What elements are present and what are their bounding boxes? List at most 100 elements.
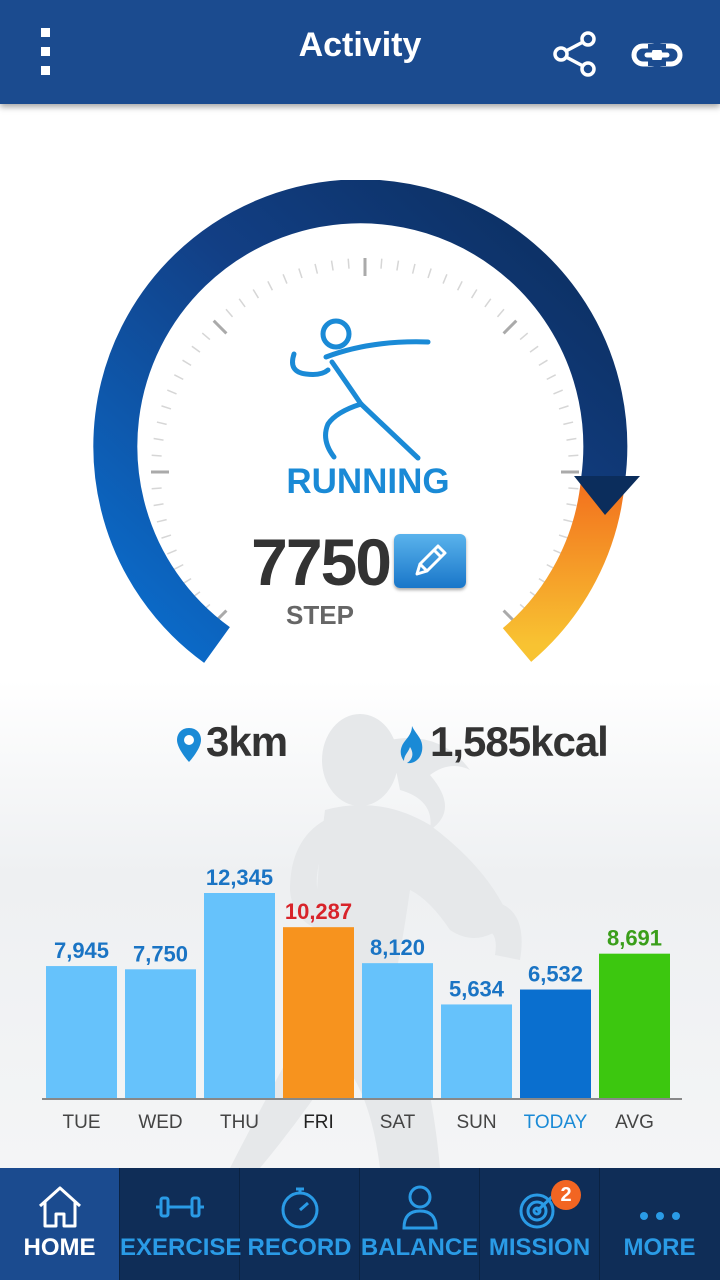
gauge-tick (427, 268, 432, 279)
bar-sat[interactable] (362, 963, 433, 1098)
bar-value-label: 12,345 (206, 865, 273, 890)
running-icon (290, 318, 431, 461)
share-icon[interactable] (552, 30, 600, 78)
nav-more[interactable]: MORE (600, 1168, 719, 1280)
gauge-tick (191, 345, 201, 353)
bar-value-label: 8,691 (607, 926, 662, 951)
bottom-navigation: HOME EXERCISE RECORD BALANCE 2 MISSION M… (0, 1168, 720, 1280)
gauge-tick (151, 487, 162, 490)
dumbbell-icon (156, 1196, 204, 1218)
gauge-tick (238, 298, 246, 308)
nav-home-label: HOME (23, 1234, 96, 1261)
bar-wed[interactable] (125, 969, 196, 1098)
gauge-tick (225, 308, 234, 318)
bar-value-label: 8,120 (370, 935, 425, 960)
gauge-tick (568, 454, 579, 457)
activity-type-label: RUNNING (286, 462, 450, 501)
step-count: 7750 (251, 525, 392, 599)
distance-stat: 3km (176, 718, 288, 766)
nav-more-label: MORE (623, 1234, 696, 1261)
gauge-tick (347, 258, 350, 269)
nav-mission-label: MISSION (488, 1234, 591, 1261)
nav-mission[interactable]: 2 MISSION (480, 1168, 600, 1280)
nav-record-label: RECORD (247, 1234, 352, 1261)
location-pin-icon (177, 727, 201, 762)
gauge-tick (558, 405, 569, 410)
nav-home[interactable]: HOME (0, 1168, 120, 1280)
gauge-tick (167, 549, 177, 555)
nav-exercise-label: EXERCISE (120, 1234, 242, 1261)
gauge-tick (156, 518, 167, 523)
edit-steps-button[interactable] (394, 534, 466, 588)
bar-sun[interactable] (441, 1004, 512, 1098)
bar-tue[interactable] (46, 966, 117, 1098)
weekly-steps-chart: 7,945 TUE 7,750 WED 12,345 THU 10,287 FRI 8,120 S… (42, 865, 682, 1133)
gauge-tick (182, 359, 192, 367)
top-app-bar: Activity (0, 0, 720, 104)
bar-value-label: 5,634 (449, 976, 505, 1001)
gauge-tick (566, 503, 577, 507)
step-unit-label: STEP (286, 600, 354, 630)
gauge-tick (201, 332, 211, 341)
bar-value-label: 6,532 (528, 962, 583, 987)
gauge-tick (314, 263, 319, 274)
calories-stat: 1,585kcal (398, 718, 609, 766)
gauge-tick (282, 274, 288, 284)
gauge-tick (330, 260, 334, 271)
gauge-tick (558, 534, 569, 539)
bar-fri[interactable] (283, 927, 354, 1098)
gauge-tick (563, 518, 574, 523)
nav-exercise[interactable]: EXERCISE (120, 1168, 242, 1280)
mission-badge: 2 (551, 1180, 581, 1210)
gauge-tick (153, 437, 164, 441)
category-label: TUE (63, 1112, 101, 1133)
gauge-tick (563, 421, 574, 426)
gauge-tick (566, 437, 577, 441)
category-label: SAT (380, 1112, 416, 1133)
nav-balance[interactable]: BALANCE (360, 1168, 480, 1280)
gauge-tick (252, 289, 260, 299)
bar-value-label: 7,945 (54, 938, 109, 963)
bar-avg[interactable] (599, 953, 670, 1098)
gauge-tick (502, 319, 518, 335)
distance-value: 3km (206, 718, 288, 765)
gauge-remaining-arc (502, 477, 625, 662)
bar-today[interactable] (520, 989, 591, 1098)
person-icon (402, 1185, 438, 1230)
gauge-tick (568, 487, 579, 490)
gauge-tick (546, 374, 557, 381)
link-icon[interactable] (630, 34, 684, 76)
gauge-tick (484, 298, 492, 308)
bar-value-label: 10,287 (285, 899, 352, 924)
flame-icon (400, 725, 423, 764)
gauge-tick (153, 503, 164, 507)
gauge-tick (396, 260, 400, 271)
gauge-tick (553, 389, 563, 395)
gauge-tick (380, 258, 383, 269)
category-label: AVG (615, 1112, 654, 1133)
home-icon (38, 1186, 82, 1228)
pencil-icon (415, 544, 447, 576)
gauge-tick (470, 289, 478, 299)
gauge-tick (529, 345, 539, 353)
gauge-tick (411, 263, 416, 274)
gauge-tick (456, 280, 463, 291)
gauge-tick (519, 332, 529, 341)
bar-thu[interactable] (204, 893, 275, 1098)
category-label: TODAY (524, 1112, 588, 1133)
nav-record[interactable]: RECORD (240, 1168, 360, 1280)
gauge-tick (161, 405, 172, 410)
page-title: Activity (298, 26, 422, 64)
gauge-tick (161, 534, 172, 539)
more-icon (640, 1212, 680, 1220)
gauge-tick (156, 421, 167, 426)
gauge-tick (151, 454, 162, 457)
gauge-tick (298, 268, 303, 279)
gauge-tick (212, 319, 228, 335)
bar-value-label: 7,750 (133, 941, 188, 966)
gauge-tick (496, 308, 505, 318)
stopwatch-icon (281, 1187, 319, 1229)
category-label: THU (220, 1112, 259, 1133)
gauge-tick (173, 563, 184, 570)
category-label: SUN (456, 1112, 496, 1133)
